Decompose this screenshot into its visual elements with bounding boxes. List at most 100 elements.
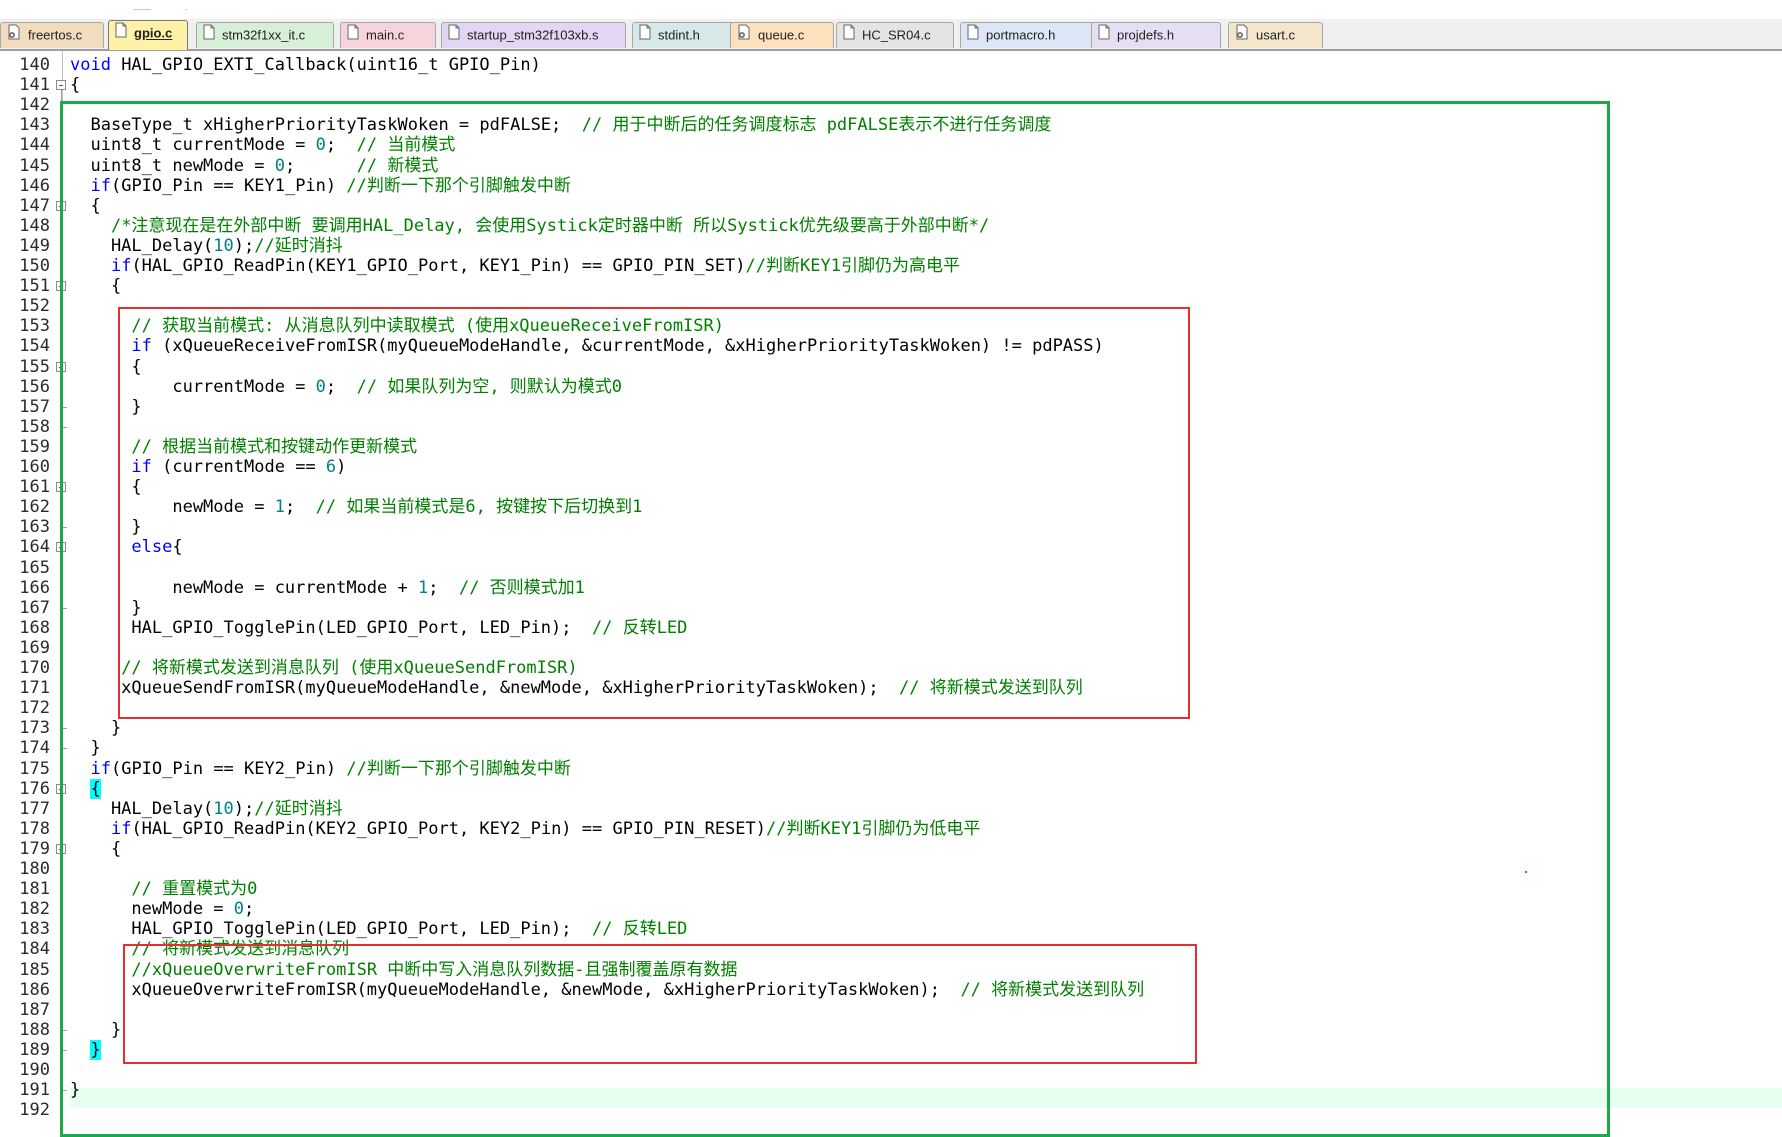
code-line[interactable]: {: [70, 357, 141, 377]
code-text: }: [70, 517, 142, 538]
tab-main-c[interactable]: main.c: [340, 22, 436, 48]
code-text: ;: [325, 376, 357, 397]
code-line[interactable]: }: [70, 598, 141, 618]
code-line[interactable]: // 获取当前模式: 从消息队列中读取模式 (使用xQueueReceiveFr…: [70, 316, 724, 336]
code-number: 0: [233, 899, 245, 920]
code-line[interactable]: HAL_Delay(10);//延时消抖: [70, 799, 343, 819]
code-line[interactable]: if(HAL_GPIO_ReadPin(KEY2_GPIO_Port, KEY2…: [70, 819, 980, 839]
code-area[interactable]: void HAL_GPIO_EXTI_Callback(uint16_t GPI…: [0, 51, 1782, 1132]
code-line[interactable]: uint8_t newMode = 0; // 新模式: [70, 156, 438, 176]
tab-stm32f1xx-it-c[interactable]: stm32f1xx_it.c: [196, 22, 334, 48]
code-text: HAL_Delay(: [70, 798, 214, 819]
code-line[interactable]: {: [70, 276, 121, 296]
code-line[interactable]: newMode = currentMode + 1; // 否则模式加1: [70, 578, 585, 598]
code-comment: // 将新模式发送到消息队列: [131, 939, 350, 960]
code-line[interactable]: if (xQueueReceiveFromISR(myQueueModeHand…: [70, 336, 1104, 357]
code-line[interactable]: if(GPIO_Pin == KEY2_Pin) //判断一下那个引脚触发中断: [70, 758, 571, 779]
code-text: {: [70, 838, 122, 859]
code-line[interactable]: }: [70, 1080, 80, 1100]
tab-queue-c[interactable]: queue.c: [730, 22, 834, 48]
code-line[interactable]: // 重置模式为0: [70, 879, 257, 899]
code-line[interactable]: }: [70, 517, 142, 538]
code-text: ;: [325, 135, 357, 156]
code-line[interactable]: BaseType_t xHigherPriorityTaskWoken = pd…: [70, 115, 1051, 135]
code-text: {: [70, 477, 142, 498]
tab-startup-stm32f103xb-s[interactable]: startup_stm32f103xb.s: [441, 22, 626, 48]
tab-label: freertos.c: [28, 27, 83, 43]
code-text: {: [70, 276, 122, 297]
tab-label: HC_SR04.c: [862, 27, 931, 43]
code-number: 1: [274, 497, 285, 518]
code-text: uint8_t newMode =: [70, 155, 275, 176]
code-number: 10: [213, 235, 234, 256]
tab-usart-c[interactable]: usart.c: [1228, 22, 1323, 48]
tab-gpio-c[interactable]: gpio.c: [108, 20, 188, 50]
code-line[interactable]: {: [70, 778, 101, 799]
code-line[interactable]: newMode = 0;: [70, 899, 254, 919]
code-line[interactable]: // 将新模式发送到消息队列 (使用xQueueSendFromISR): [70, 658, 577, 678]
code-line[interactable]: //xQueueOverwriteFromISR 中断中写入消息队列数据-且强制…: [70, 960, 737, 980]
code-line[interactable]: if(GPIO_Pin == KEY1_Pin) //判断一下那个引脚触发中断: [70, 175, 570, 196]
code-line[interactable]: {: [70, 839, 121, 859]
code-line[interactable]: }: [70, 1020, 121, 1040]
code-keyword: if: [131, 457, 152, 477]
code-comment: // 反转LED: [591, 617, 688, 638]
code-line[interactable]: if (currentMode == 6): [70, 457, 346, 477]
tab-freertos-c[interactable]: freertos.c: [0, 22, 104, 48]
tab-projdefs-h[interactable]: projdefs.h: [1091, 22, 1221, 48]
code-text: xQueueSendFromISR(myQueueModeHandle, &ne…: [70, 678, 900, 699]
code-line[interactable]: newMode = 1; // 如果当前模式是6, 按键按下后切换到1: [70, 497, 642, 517]
document-icon: [966, 24, 980, 48]
document-icon: [114, 22, 128, 46]
code-line[interactable]: xQueueSendFromISR(myQueueModeHandle, &ne…: [70, 678, 1083, 698]
code-keyword: else: [131, 537, 173, 558]
code-line[interactable]: void HAL_GPIO_EXTI_Callback(uint16_t GPI…: [70, 55, 541, 75]
code-line[interactable]: // 根据当前模式和按键动作更新模式: [70, 437, 417, 457]
code-comment: //判断一下那个引脚触发中断: [346, 758, 571, 779]
code-text: (HAL_GPIO_ReadPin(KEY2_GPIO_Port, KEY2_P…: [131, 818, 766, 839]
code-keyword: if: [90, 175, 111, 196]
code-line[interactable]: {: [70, 196, 100, 216]
code-comment: // 如果当前模式是6, 按键按下后切换到1: [315, 497, 643, 518]
code-comment: // 否则模式加1: [458, 577, 585, 598]
code-line[interactable]: {: [70, 75, 80, 95]
tab-hc-sr04-c[interactable]: HC_SR04.c: [836, 22, 954, 48]
code-number: 0: [315, 376, 326, 397]
c-file-gear-icon: [736, 24, 752, 48]
code-line[interactable]: {: [70, 477, 142, 498]
code-line[interactable]: }: [70, 738, 100, 758]
code-text: uint8_t currentMode =: [70, 135, 316, 156]
code-line[interactable]: xQueueOverwriteFromISR(myQueueModeHandle…: [70, 980, 1144, 1000]
code-comment: //延时消抖: [254, 235, 343, 256]
code-text: (xQueueReceiveFromISR(myQueueModeHandle,…: [151, 336, 1104, 357]
code-text: BaseType_t xHigherPriorityTaskWoken = pd…: [70, 115, 582, 136]
code-line[interactable]: HAL_GPIO_TogglePin(LED_GPIO_Port, LED_Pi…: [70, 919, 687, 939]
code-line[interactable]: }: [70, 397, 141, 417]
code-line[interactable]: // 将新模式发送到消息队列: [70, 939, 349, 959]
tab-portmacro-h[interactable]: portmacro.h: [960, 22, 1096, 48]
code-line[interactable]: HAL_GPIO_TogglePin(LED_GPIO_Port, LED_Pi…: [70, 618, 687, 638]
document-icon: [1097, 24, 1111, 48]
c-file-gear-icon: [1234, 24, 1250, 48]
code-text: );: [233, 235, 255, 256]
code-line[interactable]: if(HAL_GPIO_ReadPin(KEY1_GPIO_Port, KEY1…: [70, 256, 960, 276]
tab-label: queue.c: [758, 27, 805, 43]
code-line[interactable]: HAL_Delay(10);//延时消抖: [70, 236, 343, 256]
code-line[interactable]: currentMode = 0; // 如果队列为空, 则默认为模式0: [70, 377, 622, 397]
code-text: ;: [284, 155, 357, 176]
code-comment: // 将新模式发送到队列: [899, 678, 1083, 699]
code-text: ): [336, 457, 347, 477]
code-editor[interactable]: 140 141 142 143 144 145 146 147 148 149 150 151 152 1…: [0, 51, 1782, 1137]
code-line[interactable]: /*注意现在是在外部中断 要调用HAL_Delay, 会使用Systick定时器…: [70, 216, 989, 236]
code-line[interactable]: uint8_t currentMode = 0; // 当前模式: [70, 135, 455, 155]
code-line[interactable]: else{: [70, 537, 182, 558]
code-line[interactable]: }: [70, 1039, 101, 1060]
tab-stdint-h[interactable]: stdint.h: [632, 22, 736, 48]
code-line[interactable]: }: [70, 718, 121, 738]
